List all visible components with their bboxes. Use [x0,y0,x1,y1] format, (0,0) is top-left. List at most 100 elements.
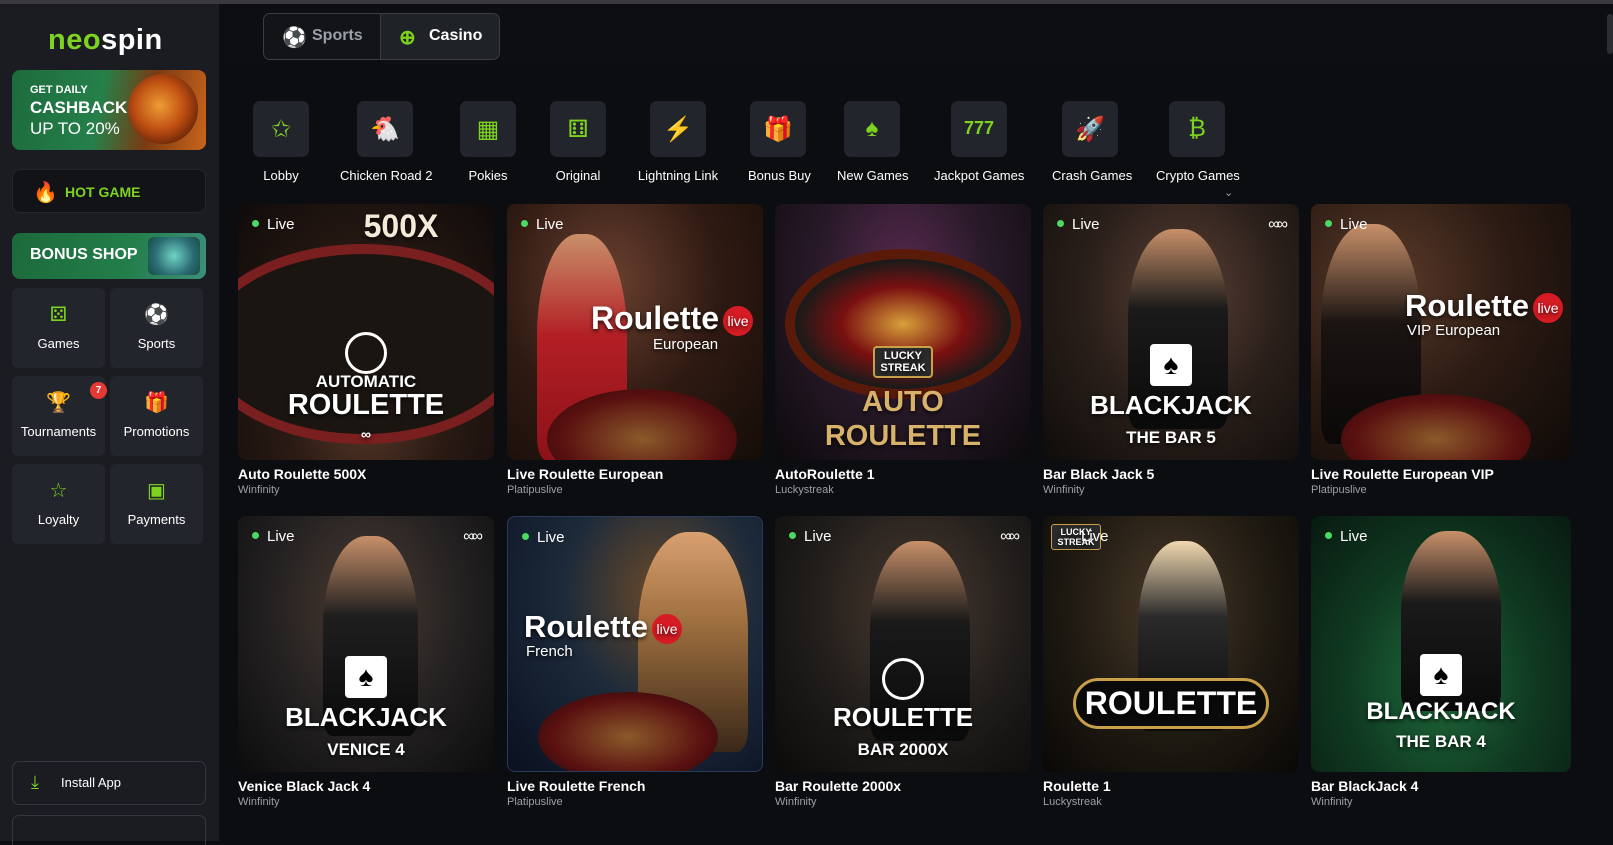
rocket-icon: 🚀 [1075,116,1105,143]
game-card-bar-blackjack-4[interactable]: Live ♠ BLACKJACK THE BAR 4 [1311,516,1571,772]
wallet-icon: ▣ [147,480,166,502]
game-card-live-roulette-european-vip[interactable]: Live Roulette live VIP European [1311,204,1571,460]
game-title[interactable]: Live Roulette French [507,778,645,794]
cashback-line2: CASHBACK [30,98,128,117]
game-card-live-roulette-european[interactable]: Live Roulette live European [507,204,763,460]
hot-game-button[interactable]: 🔥 HOT GAME [12,169,206,213]
category-bonus-buy[interactable]: 🎁 Bonus Buy [748,101,811,183]
category-jackpot-games[interactable]: 777 Jackpot Games [934,101,1024,183]
game-provider: Platipuslive [507,484,563,496]
live-label: Live [1340,216,1368,233]
category-label: Lightning Link [637,168,719,183]
art-line1-text: Roulette [591,300,719,336]
live-indicator: Live [252,528,295,545]
infinity-icon: ∞∞ [1000,528,1020,545]
game-title[interactable]: Bar Black Jack 5 [1043,466,1154,482]
live-indicator: Live [1081,528,1109,545]
art-line1: BLACKJACK [285,702,447,732]
category-label: Jackpot Games [934,168,1025,183]
game-card-auto-roulette-500x[interactable]: Live 500X AUTOMATIC ROULETTE ∞ [238,204,494,460]
hot-game-label: HOT GAME [65,184,141,200]
bitcoin-icon: ₿ [1188,115,1206,142]
tile-label: Sports [137,336,176,351]
tab-casino[interactable]: ⊕ Casino [380,14,499,59]
lucky-streak-logo: LUCKY STREAK [873,346,933,378]
game-title[interactable]: AutoRoulette 1 [775,466,875,482]
download-icon: ⤓ [31,772,39,792]
winfinity-wheel-icon [882,658,924,700]
game-provider: Winfinity [775,796,817,808]
sidebar-tile-sports[interactable]: ⚽ Sports [110,288,203,368]
cards-icon: ♠ [865,115,879,142]
tile-label: Loyalty [37,512,80,527]
game-card-roulette-1[interactable]: LUCKY STREAK Live ROULETTE [1043,516,1299,772]
live-label: Live [1072,216,1100,233]
game-card-autoroulette-1[interactable]: LUCKY STREAK AUTO ROULETTE [775,204,1031,460]
gift-icon: 🎁 [144,392,169,414]
category-original[interactable]: ⚅ Original [550,101,606,183]
casino-chip-icon: ⊕ [399,27,416,49]
game-card-venice-black-jack-4[interactable]: Live ∞∞ ♠ BLACKJACK VENICE 4 [238,516,494,772]
stars-icon: ✩ [270,116,292,143]
sidebar-tile-payments[interactable]: ▣ Payments [110,464,203,544]
bonus-shop-banner[interactable]: BONUS SHOP [12,233,206,279]
live-indicator: Live [1057,216,1100,233]
tile-label: Promotions [123,424,190,439]
game-title[interactable]: Venice Black Jack 4 [238,778,370,794]
scrollbar[interactable] [1607,14,1613,54]
game-title[interactable]: Auto Roulette 500X [238,466,366,482]
game-title[interactable]: Bar BlackJack 4 [1311,778,1418,794]
category-lobby[interactable]: ✩ Lobby [253,101,309,183]
sidebar-tile-games[interactable]: ⚄ Games [12,288,105,368]
art-line1: Roulette live [524,609,762,645]
notification-badge: 7 [90,382,107,399]
art-line1-text: Roulette [524,609,648,644]
live-label: Live [1340,528,1368,545]
art-line1: ROULETTE [1073,678,1269,729]
slot-machine-icon: ▦ [476,116,500,143]
category-lightning-link[interactable]: ⚡ Lightning Link [637,101,719,183]
game-provider: Winfinity [238,796,280,808]
art-line1: BLACKJACK [1090,390,1252,420]
game-title[interactable]: Bar Roulette 2000x [775,778,901,794]
bonus-shop-art-icon [148,237,200,275]
roulette-wheel-art [538,692,718,771]
category-crypto-games[interactable]: ₿ Crypto Games [1156,101,1240,183]
game-card-bar-roulette-2000x[interactable]: Live ∞∞ ROULETTE BAR 2000X [775,516,1031,772]
install-app-button[interactable]: ⤓ Install App [12,761,206,805]
live-indicator: Live [522,529,565,546]
category-pokies[interactable]: ▦ Pokies [460,101,516,183]
art-line1: Roulette live [591,300,763,337]
bonus-shop-label: BONUS SHOP [30,246,138,263]
category-label: Chicken Road 2 [340,168,433,183]
game-title[interactable]: Roulette 1 [1043,778,1111,794]
sidebar-tile-promotions[interactable]: 🎁 Promotions [110,376,203,456]
tile-label: Payments [127,512,186,527]
chevron-down-icon[interactable]: ⌄ [1224,186,1233,199]
neospin-logo[interactable]: neospin [48,24,163,57]
category-label: Lobby [263,168,299,183]
spade-card-icon: ♠ [345,656,387,698]
game-title[interactable]: Live Roulette European VIP [1311,466,1494,482]
sidebar-tile-tournaments[interactable]: 🏆 7 Tournaments [12,376,107,456]
game-provider: Platipuslive [1311,484,1367,496]
tile-label: Tournaments [20,424,97,439]
install-app-label: Install App [61,775,121,790]
category-chicken-road-2[interactable]: 🐔 Chicken Road 2 [340,101,433,183]
cashback-line1: GET DAILY [30,84,88,96]
category-new-games[interactable]: ♠ New Games [837,101,909,183]
category-label: Pokies [468,168,508,183]
category-crash-games[interactable]: 🚀 Crash Games [1052,101,1132,183]
sidebar-tile-loyalty[interactable]: ☆ Loyalty [12,464,105,544]
art-line2: VIP European [1407,322,1501,339]
infinity-icon: ∞ [361,426,371,442]
tab-sports[interactable]: ⚽ Sports [264,14,380,59]
art-line1: Roulette live [1405,288,1571,324]
cashback-banner[interactable]: GET DAILY CASHBACK UP TO 20% [12,70,206,150]
infinity-icon: ∞∞ [463,528,483,545]
game-title[interactable]: Live Roulette European [507,466,663,482]
category-label: Bonus Buy [748,168,811,183]
flame-icon: 🔥 [33,182,58,204]
game-card-live-roulette-french[interactable]: Live Roulette live French [507,516,763,772]
game-card-bar-black-jack-5[interactable]: Live ∞∞ ♠ BLACKJACK THE BAR 5 [1043,204,1299,460]
